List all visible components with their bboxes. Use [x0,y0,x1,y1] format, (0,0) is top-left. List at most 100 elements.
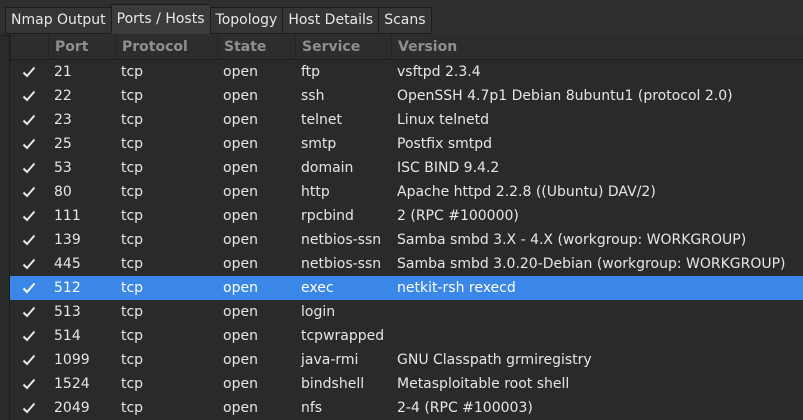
port-cell: 512 [54,280,81,296]
column-header-version[interactable]: Version [391,35,803,59]
port-cell: 2049 [54,400,90,416]
table-body: 21 tcp open ftp vsftpd 2.3.4 22 tcp open ssh Open… [10,60,803,420]
port-cell: 23 [54,112,72,128]
service-cell: ssh [301,88,325,104]
check-icon [22,402,36,414]
version-cell: vsftpd 2.3.4 [397,64,481,80]
check-icon [22,378,36,390]
table-row[interactable]: 23 tcp open telnet Linux telnetd [10,108,803,132]
port-cell: 139 [54,232,81,248]
version-cell: ISC BIND 9.4.2 [397,160,500,176]
protocol-cell: tcp [121,88,144,104]
port-cell: 25 [54,136,72,152]
column-header-port[interactable]: Port [48,35,115,59]
service-cell: java-rmi [301,352,359,368]
service-cell: nfs [301,400,323,416]
table-row[interactable]: 513 tcp open login [10,300,803,324]
version-cell: GNU Classpath grmiregistry [397,352,592,368]
port-cell: 1524 [54,376,90,392]
version-cell: 2-4 (RPC #100003) [397,400,533,416]
check-icon [22,258,36,270]
service-cell: netbios-ssn [301,256,382,272]
state-cell: open [223,64,258,80]
protocol-cell: tcp [121,328,144,344]
check-icon [22,354,36,366]
service-cell: bindshell [301,376,365,392]
service-cell: rpcbind [301,208,354,224]
version-cell: Linux telnetd [397,112,490,128]
table-row[interactable]: 80 tcp open http Apache httpd 2.2.8 ((Ubuntu… [10,180,803,204]
tab-topology[interactable]: Topology [209,7,283,34]
state-cell: open [223,184,258,200]
port-cell: 111 [54,208,81,224]
service-cell: domain [301,160,354,176]
protocol-cell: tcp [121,376,144,392]
table-row[interactable]: 2049 tcp open nfs 2-4 (RPC #100003) [10,396,803,420]
tab-nmap-output[interactable]: Nmap Output [5,7,111,34]
port-cell: 513 [54,304,81,320]
version-cell: OpenSSH 4.7p1 Debian 8ubuntu1 (protocol … [397,88,733,104]
table-row[interactable]: 512 tcp open exec netkit-rsh rexecd [10,276,803,300]
tab-bar: Nmap Output Ports / Hosts Topology Host … [0,0,803,36]
state-cell: open [223,136,258,152]
table-row[interactable]: 1524 tcp open bindshell Metasploitable root … [10,372,803,396]
state-cell: open [223,280,258,296]
version-cell: Apache httpd 2.2.8 ((Ubuntu) DAV/2) [397,184,656,200]
version-cell: Metasploitable root shell [397,376,570,392]
port-cell: 53 [54,160,72,176]
state-cell: open [223,352,258,368]
protocol-cell: tcp [121,112,144,128]
protocol-cell: tcp [121,136,144,152]
check-icon [22,138,36,150]
tab-host-details[interactable]: Host Details [282,7,379,34]
check-icon [22,90,36,102]
service-cell: telnet [301,112,342,128]
version-cell: 2 (RPC #100000) [397,208,519,224]
port-cell: 21 [54,64,72,80]
column-header-check[interactable] [10,35,48,59]
state-cell: open [223,400,258,416]
protocol-cell: tcp [121,208,144,224]
version-cell: Samba smbd 3.0.20-Debian (workgroup: WOR… [397,256,786,272]
state-cell: open [223,376,258,392]
tabs: Nmap Output Ports / Hosts Topology Host … [5,4,432,34]
service-cell: netbios-ssn [301,232,382,248]
table-row[interactable]: 22 tcp open ssh OpenSSH 4.7p1 Debian 8ubuntu… [10,84,803,108]
tab-ports-hosts[interactable]: Ports / Hosts [110,4,210,34]
table-row[interactable]: 514 tcp open tcpwrapped [10,324,803,348]
version-cell: Postfix smtpd [397,136,493,152]
state-cell: open [223,112,258,128]
check-icon [22,306,36,318]
check-icon [22,162,36,174]
state-cell: open [223,256,258,272]
column-header-state[interactable]: State [217,35,295,59]
table-row[interactable]: 53 tcp open domain ISC BIND 9.4.2 [10,156,803,180]
protocol-cell: tcp [121,160,144,176]
service-cell: smtp [301,136,337,152]
port-cell: 514 [54,328,81,344]
version-cell: Samba smbd 3.X - 4.X (workgroup: WORKGRO… [397,232,747,248]
port-cell: 80 [54,184,72,200]
ports-table: Port Protocol State Service Version 21 tc… [9,35,803,420]
protocol-cell: tcp [121,64,144,80]
port-cell: 445 [54,256,81,272]
table-row[interactable]: 111 tcp open rpcbind 2 (RPC #100000) [10,204,803,228]
protocol-cell: tcp [121,400,144,416]
state-cell: open [223,328,258,344]
table-row[interactable]: 445 tcp open netbios-ssn Samba smbd 3.0.20-D… [10,252,803,276]
table-row[interactable]: 21 tcp open ftp vsftpd 2.3.4 [10,60,803,84]
protocol-cell: tcp [121,352,144,368]
check-icon [22,282,36,294]
table-row[interactable]: 139 tcp open netbios-ssn Samba smbd 3.X - 4.… [10,228,803,252]
check-icon [22,66,36,78]
protocol-cell: tcp [121,280,144,296]
column-header-protocol[interactable]: Protocol [115,35,217,59]
table-row[interactable]: 1099 tcp open java-rmi GNU Classpath grmireg… [10,348,803,372]
state-cell: open [223,88,258,104]
check-icon [22,234,36,246]
table-row[interactable]: 25 tcp open smtp Postfix smtpd [10,132,803,156]
tab-scans[interactable]: Scans [378,7,432,34]
protocol-cell: tcp [121,232,144,248]
column-header-service[interactable]: Service [295,35,391,59]
service-cell: ftp [301,64,321,80]
